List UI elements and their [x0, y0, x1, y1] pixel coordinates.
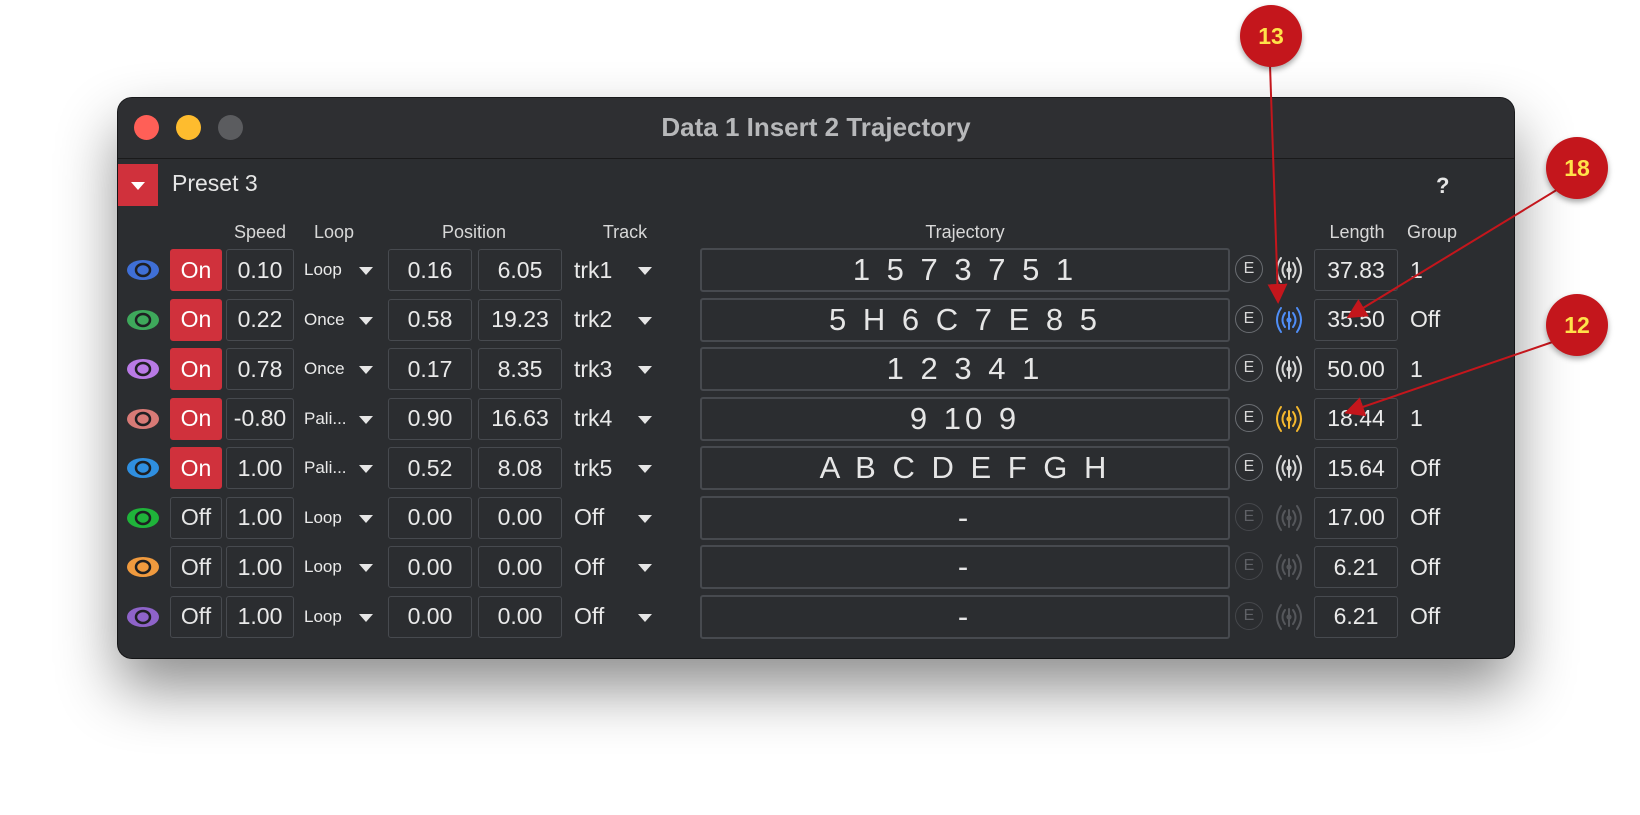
callout-badge: 13	[1240, 5, 1302, 67]
callout-badge: 12	[1546, 294, 1608, 356]
callout-13-arrow	[1267, 64, 1288, 304]
callout-arrows	[1267, 64, 1574, 417]
callout-badge: 18	[1546, 137, 1608, 199]
callout-18-arrow	[1346, 179, 1574, 319]
callout-12-arrow	[1344, 334, 1574, 417]
